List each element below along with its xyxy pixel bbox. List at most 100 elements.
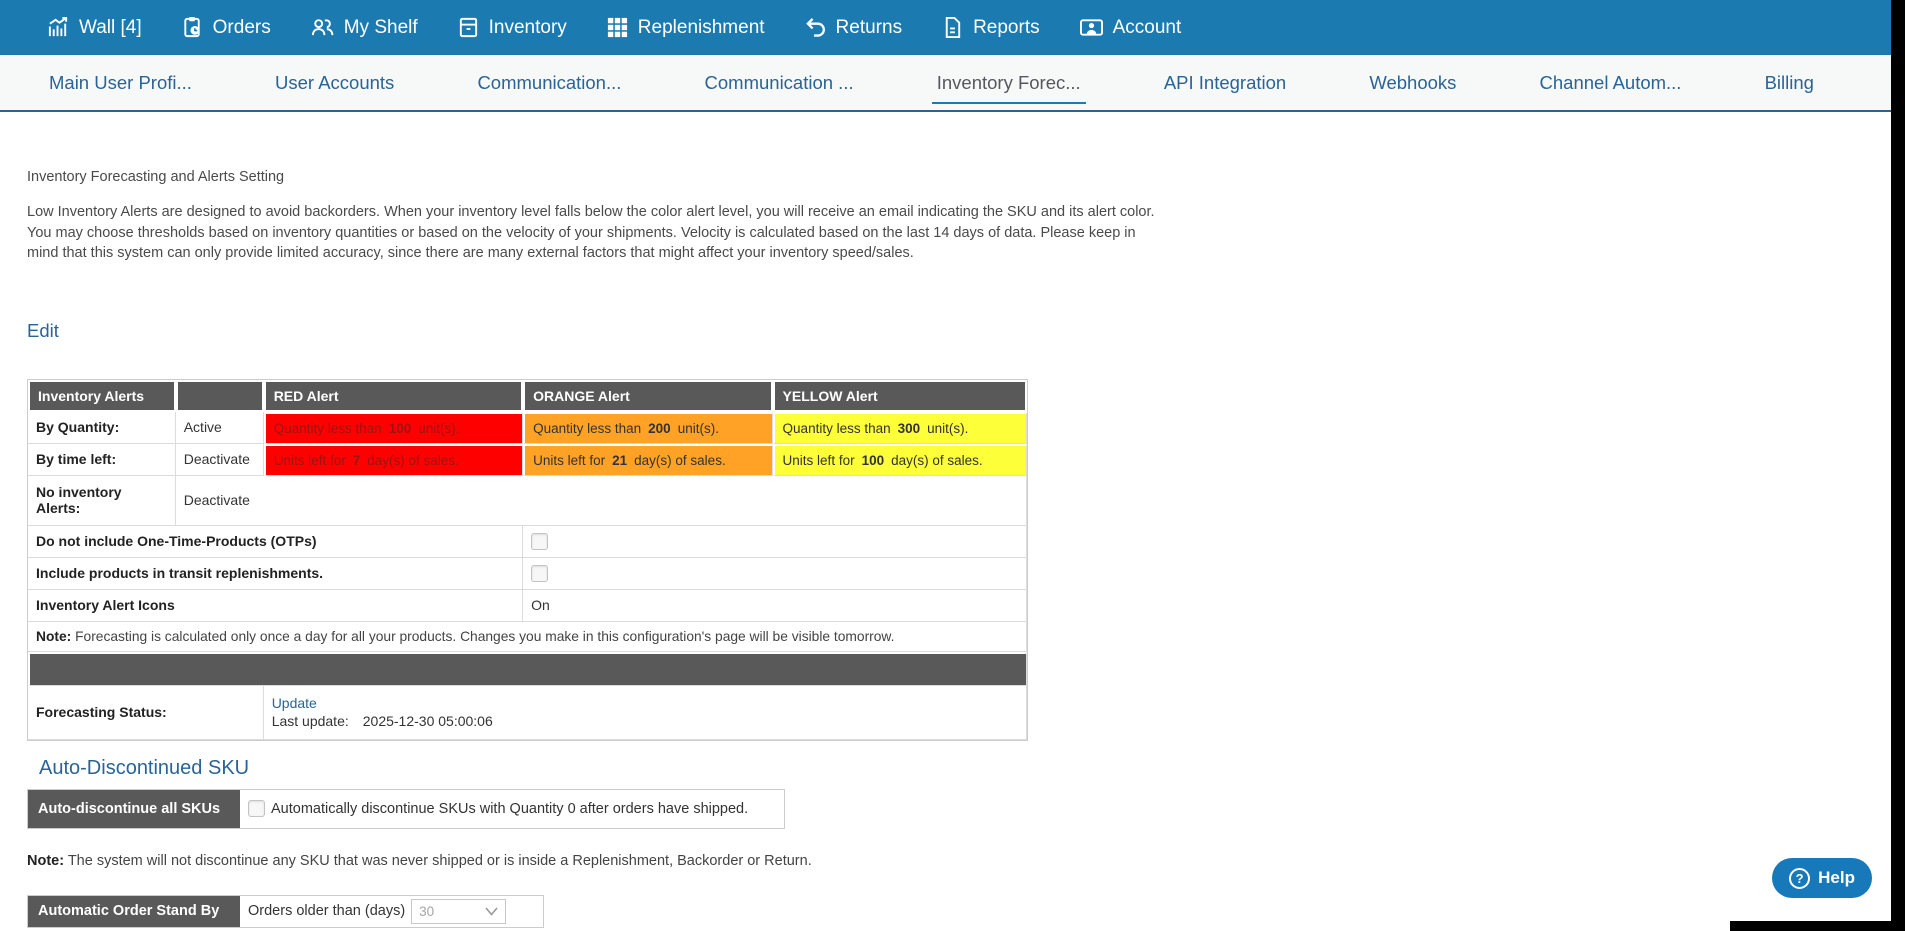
order-standby-row-label: Automatic Order Stand By xyxy=(28,896,240,927)
by-quantity-label: By Quantity: xyxy=(28,412,176,444)
nav-replenishment-label: Replenishment xyxy=(638,17,765,39)
nav-orders[interactable]: Orders xyxy=(181,16,271,39)
question-mark-icon: ? xyxy=(1789,868,1810,889)
chevron-down-icon xyxy=(485,907,498,916)
row-gray-divider xyxy=(28,652,1027,686)
nav-reports[interactable]: Reports xyxy=(941,16,1040,39)
screen-edge-right xyxy=(1891,0,1905,931)
orders-clipboard-icon xyxy=(181,16,204,39)
nav-orders-label: Orders xyxy=(213,17,271,39)
help-button-label: Help xyxy=(1818,868,1855,888)
by-quantity-yellow-cell: Quantity less than300unit(s). xyxy=(773,412,1027,444)
tab-api-integration[interactable]: API Integration xyxy=(1159,55,1291,110)
no-inventory-label: No inventory Alerts: xyxy=(28,476,176,526)
tab-billing[interactable]: Billing xyxy=(1760,55,1819,110)
row-transit: Include products in transit replenishmen… xyxy=(28,558,1027,590)
auto-discontinue-checkbox-label: Automatically discontinue SKUs with Quan… xyxy=(271,801,748,817)
replenishment-grid-icon xyxy=(606,16,629,39)
otp-label: Do not include One-Time-Products (OTPs) xyxy=(28,526,523,558)
tab-communication-1[interactable]: Communication... xyxy=(472,55,626,110)
tab-channel-automation[interactable]: Channel Autom... xyxy=(1535,55,1687,110)
forecasting-status-cell: Update Last update:2025-12-30 05:00:06 xyxy=(264,686,1027,740)
row-forecasting-status: Forecasting Status: Update Last update:2… xyxy=(28,686,1027,740)
by-quantity-status: Active xyxy=(176,412,264,444)
no-inventory-status: Deactivate xyxy=(176,476,1027,526)
inventory-alerts-table: Inventory Alerts RED Alert ORANGE Alert … xyxy=(27,379,1028,741)
row-no-inventory-alerts: No inventory Alerts: Deactivate xyxy=(28,476,1027,526)
note-label: Note: xyxy=(36,629,71,644)
nav-my-shelf[interactable]: My Shelf xyxy=(310,16,418,39)
account-badge-icon xyxy=(1079,16,1104,39)
header-inventory-alerts: Inventory Alerts xyxy=(28,380,176,412)
auto-discontinue-row: Auto-discontinue all SKUs Automatically … xyxy=(27,789,785,829)
header-empty xyxy=(176,380,264,412)
yellow-days-value: 100 xyxy=(862,453,885,468)
header-red-alert: RED Alert xyxy=(264,380,523,412)
page-title: Inventory Forecasting and Alerts Setting xyxy=(27,169,1905,185)
row-table-note: Note: Forecasting is calculated only onc… xyxy=(28,622,1027,652)
red-quantity-value: 100 xyxy=(389,421,412,436)
nav-account[interactable]: Account xyxy=(1079,16,1182,39)
alert-icons-label: Inventory Alert Icons xyxy=(28,590,523,622)
tab-communication-2[interactable]: Communication ... xyxy=(700,55,859,110)
row-alert-icons: Inventory Alert Icons On xyxy=(28,590,1027,622)
orange-quantity-value: 200 xyxy=(648,421,671,436)
top-navigation-bar: Wall [4] Orders My Shelf Inventory xyxy=(0,0,1905,55)
transit-label: Include products in transit replenishmen… xyxy=(28,558,523,590)
red-days-value: 7 xyxy=(353,453,361,468)
nav-inventory[interactable]: Inventory xyxy=(457,16,567,39)
otp-checkbox[interactable] xyxy=(531,533,548,550)
tab-user-accounts[interactable]: User Accounts xyxy=(270,55,399,110)
by-time-red-cell: Units left for7day(s) of sales. xyxy=(264,444,523,476)
transit-checkbox[interactable] xyxy=(531,565,548,582)
by-time-left-label: By time left: xyxy=(28,444,176,476)
auto-discontinue-field: Automatically discontinue SKUs with Quan… xyxy=(240,790,756,828)
nav-reports-label: Reports xyxy=(973,17,1040,39)
by-quantity-red-cell: Quantity less than100unit(s). xyxy=(264,412,523,444)
row-by-time-left: By time left: Deactivate Units left for7… xyxy=(28,444,1027,476)
transit-checkbox-cell xyxy=(523,558,1027,590)
row-otp: Do not include One-Time-Products (OTPs) xyxy=(28,526,1027,558)
by-time-orange-cell: Units left for21day(s) of sales. xyxy=(523,444,772,476)
orange-days-value: 21 xyxy=(612,453,627,468)
nav-replenishment[interactable]: Replenishment xyxy=(606,16,765,39)
edit-link[interactable]: Edit xyxy=(27,320,59,342)
gray-divider-bar xyxy=(28,652,1027,686)
nav-returns-label: Returns xyxy=(836,17,903,39)
by-time-yellow-cell: Units left for100day(s) of sales. xyxy=(773,444,1027,476)
auto-discontinue-row-label: Auto-discontinue all SKUs xyxy=(28,790,240,828)
last-update-line: Last update:2025-12-30 05:00:06 xyxy=(272,713,1018,729)
order-standby-field: Orders older than (days) 30 xyxy=(240,896,514,927)
settings-tab-bar: Main User Profi... User Accounts Communi… xyxy=(0,55,1905,112)
row-by-quantity: By Quantity: Active Quantity less than10… xyxy=(28,412,1027,444)
by-time-left-status: Deactivate xyxy=(176,444,264,476)
screen-edge-bottom xyxy=(1730,921,1905,931)
nav-inventory-label: Inventory xyxy=(489,17,567,39)
inventory-box-icon xyxy=(457,16,480,39)
nav-wall[interactable]: Wall [4] xyxy=(47,16,142,39)
nav-my-shelf-label: My Shelf xyxy=(344,17,418,39)
alert-icons-value: On xyxy=(523,590,1027,622)
yellow-quantity-value: 300 xyxy=(898,421,921,436)
order-standby-field-label: Orders older than (days) xyxy=(248,903,405,919)
tab-webhooks[interactable]: Webhooks xyxy=(1364,55,1461,110)
auto-discontinue-note: Note: The system will not discontinue an… xyxy=(27,853,1905,869)
main-content: Inventory Forecasting and Alerts Setting… xyxy=(0,169,1905,928)
forecasting-status-label: Forecasting Status: xyxy=(28,686,264,740)
auto-discontinue-checkbox[interactable] xyxy=(248,800,265,817)
order-days-select[interactable]: 30 xyxy=(411,899,506,924)
nav-account-label: Account xyxy=(1113,17,1182,39)
help-button[interactable]: ? Help xyxy=(1772,858,1872,898)
order-days-select-value: 30 xyxy=(419,904,434,919)
tab-inventory-forecasting[interactable]: Inventory Forec... xyxy=(932,55,1086,110)
auto-discontinued-heading: Auto-Discontinued SKU xyxy=(39,757,1905,780)
update-link[interactable]: Update xyxy=(272,695,1018,711)
tab-main-user-profile[interactable]: Main User Profi... xyxy=(44,55,197,110)
my-shelf-people-icon xyxy=(310,16,335,39)
header-orange-alert: ORANGE Alert xyxy=(523,380,772,412)
wall-chart-icon xyxy=(47,16,70,39)
nav-returns[interactable]: Returns xyxy=(804,16,903,39)
alerts-header-row: Inventory Alerts RED Alert ORANGE Alert … xyxy=(28,380,1027,412)
note-label: Note: xyxy=(27,853,64,869)
page-description: Low Inventory Alerts are designed to avo… xyxy=(27,202,1407,264)
